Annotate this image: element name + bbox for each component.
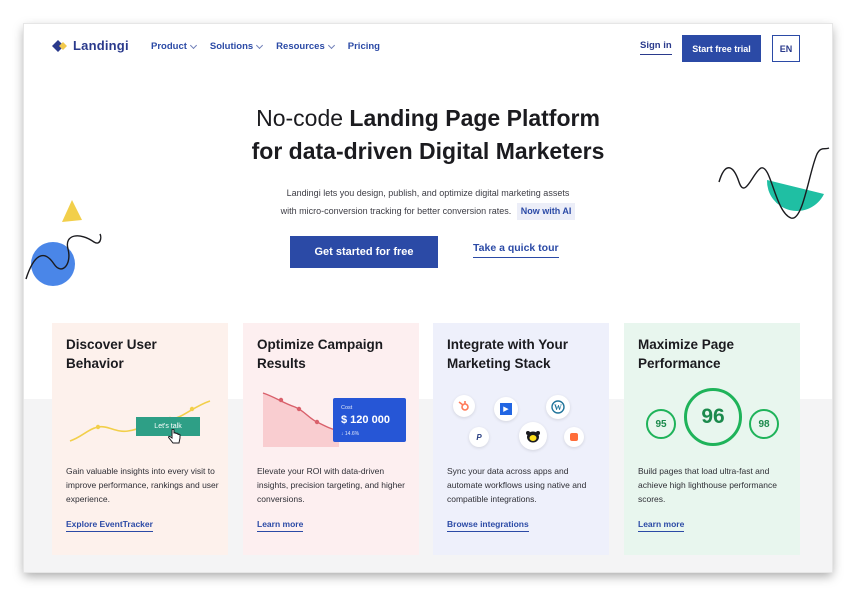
menu-item-label: Solutions: [209, 41, 254, 52]
dynamics-icon: ▶: [494, 397, 518, 421]
hero-title: No-code Landing Page Platform for data-d…: [24, 102, 832, 168]
menu-item-resources[interactable]: Resources: [276, 41, 335, 52]
chevron-down-icon: [189, 41, 197, 49]
chevron-down-icon: [256, 41, 264, 49]
hero-subtitle-line-1: Landingi lets you design, publish, and o…: [286, 188, 570, 198]
hubspot-icon: [453, 395, 475, 417]
sign-in-link[interactable]: Sign in: [640, 40, 672, 55]
card-title: Integrate with Your Marketing Stack: [447, 337, 569, 371]
score-gauge-small: 95: [646, 409, 676, 439]
cost-change: ↓ 14.6%: [341, 431, 360, 437]
feature-card-user-behavior: Discover User Behavior Let's talk Gain v…: [52, 323, 228, 555]
card-description: Build pages that load ultra-fast and ach…: [638, 466, 777, 504]
feature-card-integrations: Integrate with Your Marketing Stack ▶ W …: [433, 323, 609, 555]
card-title: Discover User Behavior: [66, 337, 157, 371]
menu-item-pricing[interactable]: Pricing: [348, 41, 380, 52]
logo[interactable]: Landingi: [52, 38, 129, 53]
cost-label: Cost: [341, 405, 353, 411]
menu-item-solutions[interactable]: Solutions: [209, 41, 264, 52]
feature-card-campaign-results: Optimize Campaign Results Cost $ 120 000…: [243, 323, 419, 555]
decorative-shapes-right: [718, 147, 830, 219]
start-free-trial-button[interactable]: Start free trial: [682, 35, 761, 62]
card-description: Elevate your ROI with data-driven insigh…: [257, 466, 405, 504]
quick-tour-link[interactable]: Take a quick tour: [473, 242, 559, 258]
integrations-illustration: ▶ W P: [433, 385, 609, 455]
card-description: Sync your data across apps and automate …: [447, 466, 587, 504]
score-gauge-small: 98: [749, 409, 779, 439]
hero-title-bold-line-2: for data-driven Digital Marketers: [251, 138, 605, 164]
mailchimp-icon: [519, 422, 547, 450]
learn-more-link[interactable]: Learn more: [638, 519, 685, 532]
top-navigation: Landingi Product Solutions Resources Pri…: [24, 24, 832, 72]
feature-card-performance: Maximize Page Performance 95 96 98 Build…: [624, 323, 800, 555]
event-tracker-illustration: Let's talk: [52, 385, 228, 455]
menu-item-label: Resources: [276, 41, 325, 52]
language-selector[interactable]: EN: [772, 35, 800, 62]
hand-cursor-icon: [168, 429, 181, 444]
hero-subtitle: Landingi lets you design, publish, and o…: [24, 184, 832, 220]
card-description: Gain valuable insights into every visit …: [66, 466, 219, 504]
decorative-shapes-left: [25, 200, 102, 286]
card-title: Maximize Page Performance: [638, 337, 735, 371]
browse-integrations-link[interactable]: Browse integrations: [447, 519, 529, 532]
performance-scores-illustration: 95 96 98: [624, 385, 800, 455]
landingi-logo-icon: [52, 39, 67, 52]
main-menu: Product Solutions Resources Pricing: [151, 41, 380, 52]
chevron-down-icon: [327, 41, 335, 49]
paypal-icon: P: [469, 427, 489, 447]
cost-value: $ 120 000: [341, 414, 390, 426]
menu-item-label: Pricing: [347, 41, 380, 52]
hero-title-regular: No-code: [256, 105, 350, 131]
card-title: Optimize Campaign Results: [257, 337, 384, 371]
browser-page: Landingi Product Solutions Resources Pri…: [24, 24, 832, 572]
campaign-illustration: Cost $ 120 000 ↓ 14.6%: [243, 385, 419, 455]
menu-item-label: Product: [151, 41, 187, 52]
score-value: 96: [701, 405, 725, 428]
explore-eventtracker-link[interactable]: Explore EventTracker: [66, 519, 153, 532]
zapier-icon: [564, 427, 584, 447]
score-value: 95: [655, 418, 667, 430]
score-gauge-large: 96: [684, 388, 742, 446]
hero-title-bold: Landing Page Platform: [349, 105, 600, 131]
brand-name: Landingi: [73, 38, 129, 53]
get-started-button[interactable]: Get started for free: [290, 236, 438, 268]
cost-summary-card: Cost $ 120 000 ↓ 14.6%: [333, 398, 406, 442]
ai-badge: Now with AI: [516, 203, 576, 220]
svg-text:W: W: [554, 403, 562, 412]
hero-subtitle-line-2: with micro-conversion tracking for bette…: [280, 206, 512, 216]
menu-item-product[interactable]: Product: [151, 41, 197, 52]
score-value: 98: [758, 418, 770, 430]
wordpress-icon: W: [546, 395, 570, 419]
learn-more-link[interactable]: Learn more: [257, 519, 304, 532]
